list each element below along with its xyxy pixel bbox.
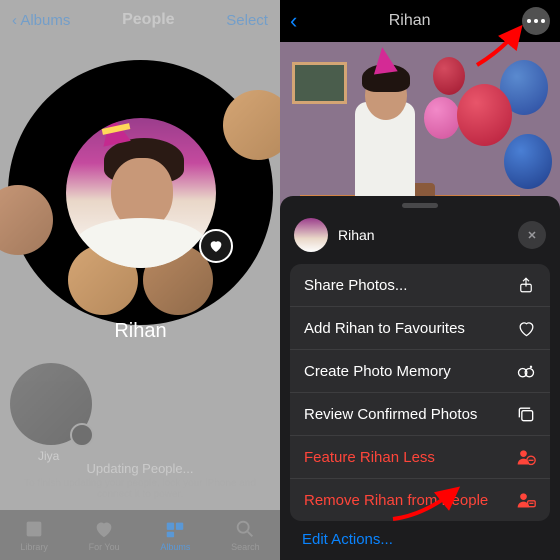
heart-icon <box>516 318 536 338</box>
albums-icon <box>164 518 186 540</box>
context-person-name: Rihan <box>8 320 273 343</box>
heart-icon <box>70 423 94 447</box>
favourite-badge[interactable] <box>199 229 233 263</box>
menu-label: Remove Rihan from People <box>304 492 488 509</box>
menu-label: Add Rihan to Favourites <box>304 320 465 337</box>
updating-title: Updating People... <box>0 461 280 476</box>
share-icon <box>516 275 536 295</box>
tab-library[interactable]: Library <box>20 518 48 552</box>
stack-icon <box>516 404 536 424</box>
person-avatar-jiya[interactable] <box>10 363 92 445</box>
menu-share-photos[interactable]: Share Photos... <box>290 264 550 307</box>
person-minus-icon <box>516 447 536 467</box>
menu-review-photos[interactable]: Review Confirmed Photos <box>290 393 550 436</box>
left-screenshot: ‹ Albums People Select Jiya Updating Peo… <box>0 0 280 560</box>
edit-actions-button[interactable]: Edit Actions... <box>280 521 560 552</box>
back-button[interactable]: ‹ <box>290 8 297 34</box>
menu-feature-less[interactable]: Feature Rihan Less <box>290 436 550 479</box>
library-icon <box>23 518 45 540</box>
back-albums-button[interactable]: ‹ Albums <box>12 12 70 29</box>
person-title: Rihan <box>389 12 431 30</box>
sheet-drag-handle[interactable] <box>402 203 438 208</box>
more-button[interactable] <box>522 7 550 35</box>
tab-foryou[interactable]: For You <box>89 518 120 552</box>
action-sheet: Rihan Share Photos... Add Rihan to Favou… <box>280 196 560 560</box>
menu-group: Share Photos... Add Rihan to Favourites … <box>290 264 550 521</box>
updating-subtitle: To finish updating your people, lock you… <box>0 478 280 500</box>
right-header: ‹ Rihan <box>280 0 560 42</box>
sheet-person-name: Rihan <box>338 227 508 243</box>
menu-add-favourites[interactable]: Add Rihan to Favourites <box>290 307 550 350</box>
ellipsis-icon <box>527 19 545 23</box>
menu-remove-people[interactable]: Remove Rihan from People <box>290 479 550 521</box>
back-label: Albums <box>20 12 70 29</box>
person-remove-icon <box>516 490 536 510</box>
left-header: ‹ Albums People Select <box>0 0 280 40</box>
select-button[interactable]: Select <box>226 12 268 29</box>
right-screenshot: ‹ Rihan Rihan Share Photos... Add Rihan … <box>280 0 560 560</box>
memory-icon <box>516 361 536 381</box>
menu-label: Create Photo Memory <box>304 363 451 380</box>
context-menu-circle[interactable]: Rihan <box>8 60 273 325</box>
tab-label: Library <box>20 542 48 552</box>
updating-status: Updating People... To finish updating yo… <box>0 461 280 500</box>
close-button[interactable] <box>518 221 546 249</box>
search-icon <box>234 518 256 540</box>
illustration <box>424 97 460 139</box>
illustration <box>292 62 347 104</box>
menu-label: Share Photos... <box>304 277 407 294</box>
adjacent-avatar <box>0 185 53 255</box>
foryou-icon <box>93 518 115 540</box>
tab-search[interactable]: Search <box>231 518 260 552</box>
sheet-avatar <box>294 218 328 252</box>
menu-create-memory[interactable]: Create Photo Memory <box>290 350 550 393</box>
illustration <box>76 218 206 268</box>
illustration <box>370 45 397 74</box>
sheet-header: Rihan <box>280 218 560 264</box>
tab-albums[interactable]: Albums <box>160 518 190 552</box>
illustration <box>457 84 512 146</box>
adjacent-avatar <box>223 90 280 160</box>
tab-label: For You <box>89 542 120 552</box>
menu-label: Review Confirmed Photos <box>304 406 477 423</box>
heart-icon <box>208 238 224 254</box>
tab-bar: Library For You Albums Search <box>0 510 280 560</box>
header-title: People <box>122 11 174 29</box>
illustration <box>504 134 552 189</box>
person-avatar-rihan[interactable] <box>66 118 216 268</box>
tab-label: Search <box>231 542 260 552</box>
illustration <box>433 57 465 95</box>
close-icon <box>526 229 538 241</box>
tab-label: Albums <box>160 542 190 552</box>
menu-label: Feature Rihan Less <box>304 449 435 466</box>
